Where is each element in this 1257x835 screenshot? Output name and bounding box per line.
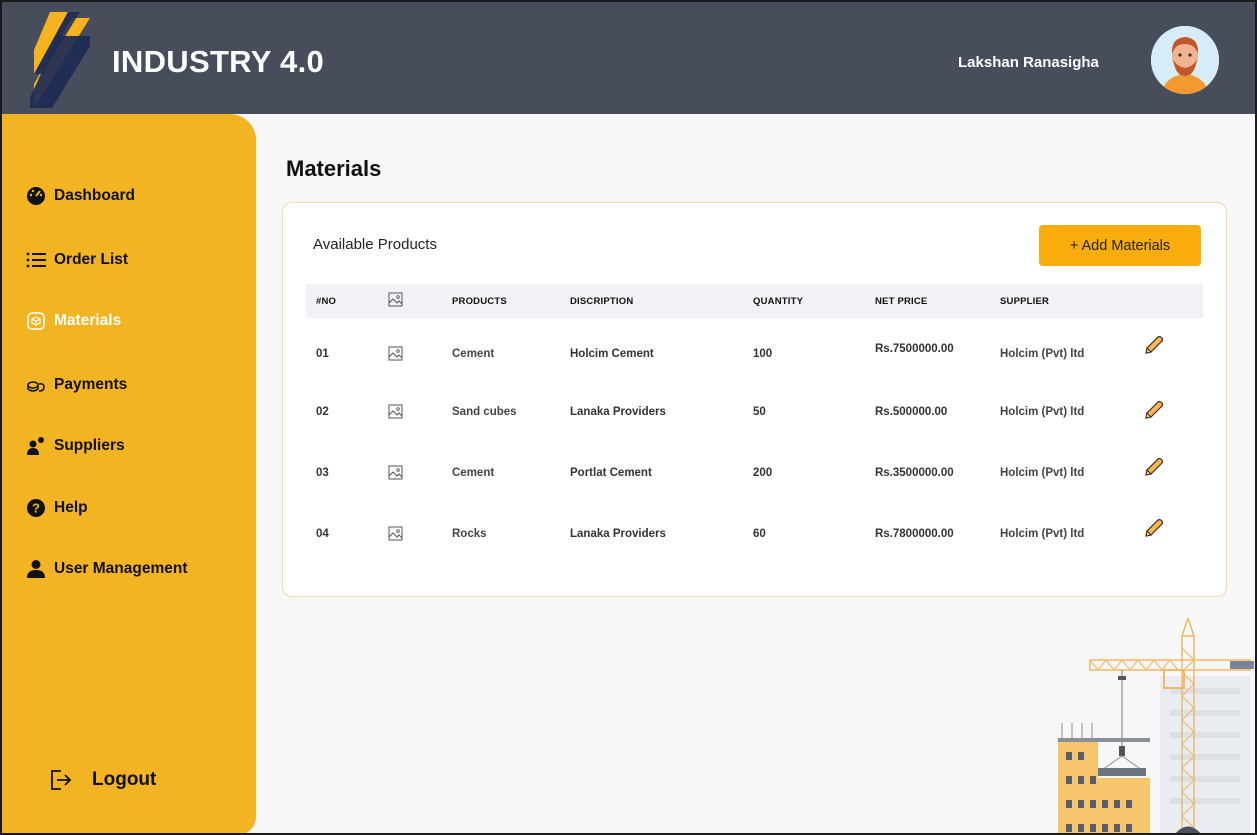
sidebar: Dashboard Order List Materials Payments … [2,114,256,835]
avatar-icon [1151,26,1219,94]
sidebar-item-label: Materials [54,312,122,329]
cell-net-price: Rs.3500000.00 [875,467,954,479]
image-icon [388,346,403,361]
sidebar-item-payments[interactable]: Payments [26,375,127,395]
cell-quantity: 100 [753,348,773,360]
cell-quantity: 50 [753,406,766,418]
sidebar-item-user-management[interactable]: User Management [26,559,188,579]
crane-illustration [1058,618,1254,835]
image-icon [388,404,403,419]
box-icon [26,311,46,331]
pencil-icon[interactable] [1143,399,1165,421]
cell-supplier: Holcim (Pvt) ltd [1000,406,1085,418]
cell-quantity: 60 [753,528,766,540]
cell-description: Holcim Cement [570,348,654,360]
column-header-products: PRODUCTS [452,296,507,307]
sidebar-item-suppliers[interactable]: Suppliers [26,436,125,456]
cell-no: 02 [316,406,329,418]
cell-no: 01 [316,348,329,360]
column-header-net-price: NET PRICE [875,296,928,307]
sidebar-item-dashboard[interactable]: Dashboard [26,186,135,206]
top-bar: INDUSTRY 4.0 Lakshan Ranasigha [0,0,1257,114]
table-row: 04 Rocks Lanaka Providers 60 Rs.7800000.… [306,504,1203,562]
cell-product: Cement [452,348,495,360]
logout-label: Logout [92,769,157,790]
sidebar-item-materials[interactable]: Materials [26,311,121,331]
page-title: Materials [286,156,382,181]
sidebar-item-help[interactable]: ? Help [26,498,88,518]
sidebar-item-label: Order List [54,251,129,268]
cell-product: Rocks [452,528,487,540]
user-icon [26,559,46,579]
products-card: Available Products + Add Materials #NO P… [282,202,1227,597]
logout-button[interactable]: Logout [50,768,156,792]
add-materials-button[interactable]: + Add Materials [1039,225,1201,266]
coins-icon [26,375,46,395]
cell-description: Lanaka Providers [570,528,666,540]
cell-no: 03 [316,467,329,479]
people-icon [26,436,46,456]
question-icon: ? [26,498,46,518]
column-header-no: #NO [316,296,337,307]
sidebar-item-order-list[interactable]: Order List [26,250,128,270]
sidebar-item-label: Suppliers [54,437,125,454]
table-row: 02 Sand cubes Lanaka Providers 50 Rs.500… [306,382,1203,440]
cell-net-price: Rs.500000.00 [875,406,948,418]
cell-product: Cement [452,467,495,479]
pencil-icon[interactable] [1143,334,1165,356]
table-row: 03 Cement Portlat Cement 200 Rs.3500000.… [306,443,1203,501]
table-row: 01 Cement Holcim Cement 100 Rs.7500000.0… [306,324,1203,382]
pencil-icon[interactable] [1143,517,1165,539]
logout-icon [50,768,72,792]
image-icon [388,465,403,480]
sidebar-item-label: User Management [54,560,188,577]
cell-supplier: Holcim (Pvt) ltd [1000,467,1085,479]
sidebar-item-label: Dashboard [54,187,135,204]
cell-no: 04 [316,528,329,540]
logo-icon [30,12,90,108]
column-header-supplier: SUPPLIER [1000,296,1050,307]
svg-text:?: ? [32,501,40,516]
cell-product: Sand cubes [452,406,517,418]
cell-supplier: Holcim (Pvt) ltd [1000,348,1085,360]
cell-net-price: Rs.7800000.00 [875,528,954,540]
table-header: #NO PRODUCTS DISCRIPTION QUANTITY NET PR… [306,284,1203,318]
cell-supplier: Holcim (Pvt) ltd [1000,528,1085,540]
pencil-icon[interactable] [1143,456,1165,478]
cell-quantity: 200 [753,467,773,479]
speedometer-icon [26,186,46,206]
column-header-description: DISCRIPTION [570,296,634,307]
card-title: Available Products [313,236,437,253]
image-icon [388,292,403,307]
cell-net-price: Rs.7500000.00 [875,343,954,355]
column-header-quantity: QUANTITY [753,296,804,307]
avatar[interactable] [1151,26,1219,94]
user-name: Lakshan Ranasigha [958,54,1099,71]
image-icon [388,526,403,541]
cell-description: Lanaka Providers [570,406,666,418]
cell-description: Portlat Cement [570,467,652,479]
sidebar-item-label: Help [54,499,88,516]
app-title: INDUSTRY 4.0 [112,44,325,79]
list-icon [26,250,46,270]
sidebar-item-label: Payments [54,376,128,393]
